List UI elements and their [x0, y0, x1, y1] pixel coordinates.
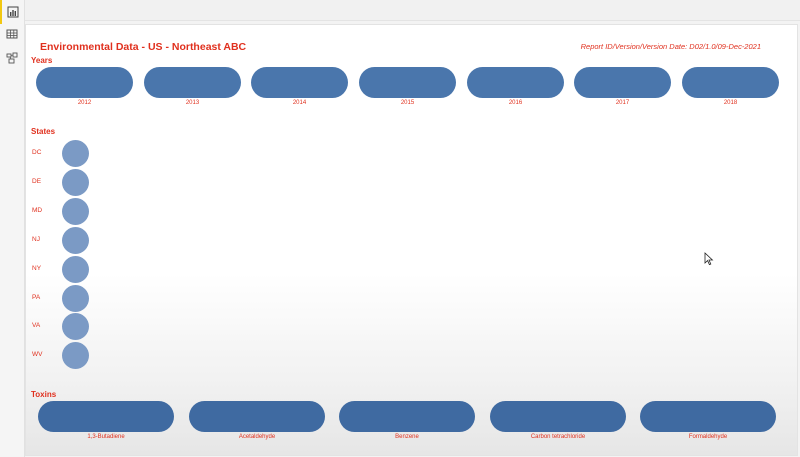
state-button[interactable] — [62, 169, 89, 196]
state-button[interactable] — [62, 227, 89, 254]
year-label: 2017 — [615, 100, 630, 106]
data-view-icon[interactable] — [0, 22, 24, 46]
year-label: 2012 — [77, 100, 92, 106]
toxins-section-label: Toxins — [31, 390, 57, 399]
year-button[interactable] — [251, 67, 348, 98]
states-section-label: States — [31, 127, 56, 136]
toxin-button[interactable] — [640, 401, 776, 432]
toxin-label: Acetaldehyde — [238, 434, 276, 440]
view-switcher-rail — [0, 0, 25, 457]
toxin-label: Formaldehyde — [688, 434, 728, 440]
state-button[interactable] — [62, 285, 89, 312]
ribbon-area — [25, 0, 800, 21]
years-section-label: Years — [31, 56, 53, 65]
state-button[interactable] — [62, 313, 89, 340]
state-label: DE — [32, 178, 42, 185]
year-label: 2018 — [723, 100, 738, 106]
year-slicer-item[interactable]: 2014 — [251, 67, 348, 106]
year-label: 2016 — [508, 100, 523, 106]
toxin-slicer-item[interactable]: 1,3-Butadiene — [38, 401, 174, 440]
year-button[interactable] — [36, 67, 133, 98]
state-slicer-item[interactable]: WV — [26, 342, 106, 369]
state-button[interactable] — [62, 342, 89, 369]
model-view-icon[interactable] — [0, 46, 24, 70]
state-label: NY — [32, 265, 42, 272]
toxin-slicer-item[interactable]: Carbon tetrachloride — [490, 401, 626, 440]
toxin-button[interactable] — [339, 401, 475, 432]
state-label: WV — [32, 351, 43, 358]
toxin-label: Benzene — [395, 434, 419, 440]
toxin-button[interactable] — [189, 401, 325, 432]
year-label: 2014 — [292, 100, 307, 106]
state-button[interactable] — [62, 256, 89, 283]
year-button[interactable] — [144, 67, 241, 98]
year-button[interactable] — [359, 67, 456, 98]
state-slicer-item[interactable]: DC — [26, 140, 106, 167]
year-button[interactable] — [574, 67, 671, 98]
report-title: Environmental Data - US - Northeast ABC — [40, 41, 247, 53]
toxin-label: Carbon tetrachloride — [530, 434, 586, 440]
year-slicer-item[interactable]: 2012 — [36, 67, 133, 106]
report-canvas: Environmental Data - US - Northeast ABC … — [25, 24, 798, 456]
state-slicer-item[interactable]: DE — [26, 169, 106, 196]
state-slicer-item[interactable]: NY — [26, 256, 106, 283]
year-slicer-item[interactable]: 2017 — [574, 67, 671, 106]
toxin-slicer-item[interactable]: Acetaldehyde — [189, 401, 325, 440]
year-slicer-item[interactable]: 2018 — [682, 67, 779, 106]
state-button[interactable] — [62, 140, 89, 167]
state-slicer-item[interactable]: NJ — [26, 227, 106, 254]
year-slicer-item[interactable]: 2016 — [467, 67, 564, 106]
toxin-button[interactable] — [38, 401, 174, 432]
state-slicer-item[interactable]: PA — [26, 285, 106, 312]
mouse-pointer-icon — [704, 252, 714, 266]
toxin-label: 1,3-Butadiene — [87, 434, 125, 440]
state-label: DC — [32, 149, 42, 156]
state-label: PA — [32, 294, 41, 301]
state-button[interactable] — [62, 198, 89, 225]
report-view-icon[interactable] — [0, 0, 24, 24]
year-label: 2015 — [400, 100, 415, 106]
state-label: NJ — [32, 236, 40, 243]
year-slicer-item[interactable]: 2015 — [359, 67, 456, 106]
toxin-slicer-item[interactable]: Formaldehyde — [640, 401, 776, 440]
report-id-line: Report ID/Version/Version Date: D02/1.0/… — [580, 42, 761, 51]
toxin-slicer-item[interactable]: Benzene — [339, 401, 475, 440]
year-slicer-item[interactable]: 2013 — [144, 67, 241, 106]
year-button[interactable] — [682, 67, 779, 98]
year-label: 2013 — [185, 100, 200, 106]
state-slicer-item[interactable]: VA — [26, 313, 106, 340]
toxin-button[interactable] — [490, 401, 626, 432]
year-button[interactable] — [467, 67, 564, 98]
state-label: VA — [32, 322, 41, 329]
state-slicer-item[interactable]: MD — [26, 198, 106, 225]
state-label: MD — [32, 207, 43, 214]
